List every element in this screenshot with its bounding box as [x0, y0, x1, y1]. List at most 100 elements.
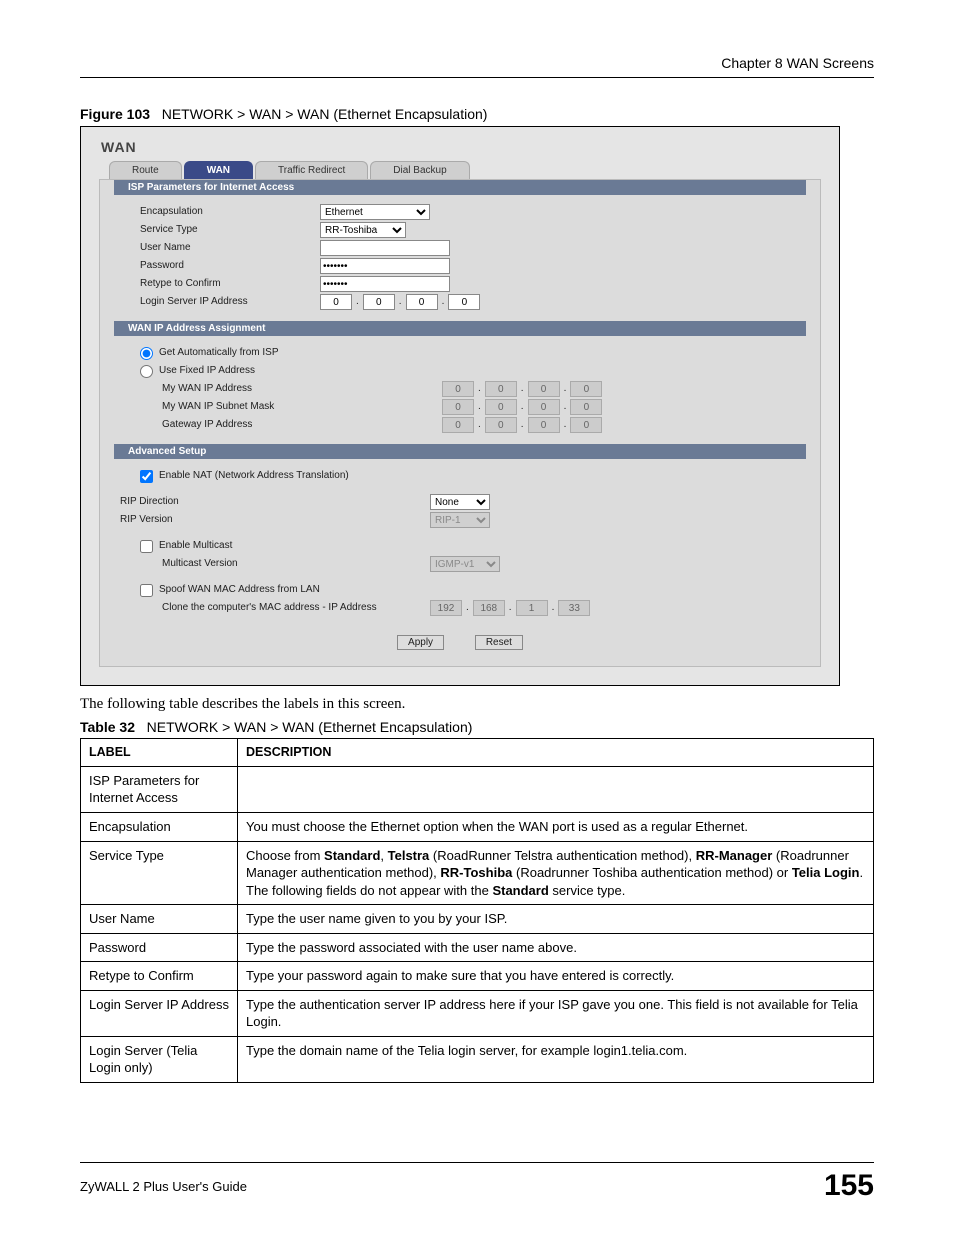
- tab-wan[interactable]: WAN: [184, 161, 253, 179]
- chapter-header: Chapter 8 WAN Screens: [80, 55, 874, 71]
- retype-label: Retype to Confirm: [140, 275, 320, 293]
- service-type-select[interactable]: RR-Toshiba: [320, 222, 406, 238]
- description-table: Label Description ISP Parameters for Int…: [80, 738, 874, 1083]
- figure-label: Figure 103: [80, 106, 150, 122]
- cell-label: Service Type: [81, 841, 238, 905]
- ip-octet: [528, 417, 560, 433]
- cell-label: ISP Parameters for Internet Access: [81, 766, 238, 812]
- table-row: Service TypeChoose from Standard, Telstr…: [81, 841, 874, 905]
- cell-description: [238, 766, 874, 812]
- reset-button[interactable]: Reset: [475, 635, 523, 650]
- table-row: Retype to ConfirmType your password agai…: [81, 962, 874, 991]
- ip-octet: [528, 381, 560, 397]
- gateway-ip: . . .: [442, 416, 602, 434]
- page-footer: ZyWALL 2 Plus User's Guide 155: [80, 1162, 874, 1203]
- ip-octet: [485, 381, 517, 397]
- ip-octet: [430, 600, 462, 616]
- multicast-version-label: Multicast Version: [162, 555, 430, 573]
- clone-mac-label: Clone the computer's MAC address - IP Ad…: [162, 599, 430, 617]
- radio-auto-ip[interactable]: [140, 347, 153, 360]
- encapsulation-label: Encapsulation: [140, 203, 320, 221]
- footer-guide: ZyWALL 2 Plus User's Guide: [80, 1179, 247, 1194]
- gateway-label: Gateway IP Address: [162, 416, 442, 434]
- user-name-input[interactable]: [320, 240, 450, 256]
- screen-title: WAN: [101, 139, 821, 155]
- ip-octet: [570, 417, 602, 433]
- section-advanced: Advanced Setup: [114, 444, 806, 459]
- tab-route[interactable]: Route: [109, 161, 182, 179]
- cell-description: Type the authentication server IP addres…: [238, 990, 874, 1036]
- table-row: User NameType the user name given to you…: [81, 905, 874, 934]
- password-label: Password: [140, 257, 320, 275]
- screenshot: WAN Route WAN Traffic Redirect Dial Back…: [80, 126, 840, 686]
- following-text: The following table describes the labels…: [80, 696, 874, 713]
- multicast-label: Enable Multicast: [159, 537, 232, 555]
- checkbox-spoof-mac[interactable]: [140, 584, 153, 597]
- table-row: EncapsulationYou must choose the Etherne…: [81, 812, 874, 841]
- ip-octet[interactable]: [448, 294, 480, 310]
- ip-octet[interactable]: [363, 294, 395, 310]
- ip-octet: [528, 399, 560, 415]
- ip-octet: [558, 600, 590, 616]
- my-wan-ip: . . .: [442, 380, 602, 398]
- cell-label: Login Server IP Address: [81, 990, 238, 1036]
- cell-label: Encapsulation: [81, 812, 238, 841]
- cell-description: Type the password associated with the us…: [238, 933, 874, 962]
- spoof-mac-label: Spoof WAN MAC Address from LAN: [159, 581, 320, 599]
- clone-mac-ip: . . .: [430, 599, 590, 617]
- rip-version-select: RIP-1: [430, 512, 490, 528]
- ip-octet: [570, 381, 602, 397]
- cell-label: Password: [81, 933, 238, 962]
- table-title: NETWORK > WAN > WAN (Ethernet Encapsulat…: [147, 719, 473, 735]
- apply-button[interactable]: Apply: [397, 635, 444, 650]
- service-type-label: Service Type: [140, 221, 320, 239]
- figure-caption: Figure 103 NETWORK > WAN > WAN (Ethernet…: [80, 106, 874, 122]
- header-label: Label: [81, 739, 238, 767]
- subnet-label: My WAN IP Subnet Mask: [162, 398, 442, 416]
- table-row: ISP Parameters for Internet Access: [81, 766, 874, 812]
- tab-traffic-redirect[interactable]: Traffic Redirect: [255, 161, 368, 179]
- fixed-ip-label: Use Fixed IP Address: [159, 362, 255, 380]
- cell-label: Login Server (Telia Login only): [81, 1036, 238, 1082]
- cell-description: Type the domain name of the Telia login …: [238, 1036, 874, 1082]
- page-number: 155: [824, 1169, 874, 1203]
- figure-title: NETWORK > WAN > WAN (Ethernet Encapsulat…: [162, 106, 488, 122]
- section-isp-parameters: ISP Parameters for Internet Access: [114, 180, 806, 195]
- panel: ISP Parameters for Internet Access Encap…: [99, 179, 821, 667]
- password-input[interactable]: [320, 258, 450, 274]
- nat-label: Enable NAT (Network Address Translation): [159, 467, 349, 485]
- cell-label: User Name: [81, 905, 238, 934]
- my-wan-ip-label: My WAN IP Address: [162, 380, 442, 398]
- user-name-label: User Name: [140, 239, 320, 257]
- multicast-version-select: IGMP-v1: [430, 556, 500, 572]
- encapsulation-select[interactable]: Ethernet: [320, 204, 430, 220]
- login-server-label: Login Server IP Address: [140, 293, 320, 311]
- ip-octet: [442, 417, 474, 433]
- cell-description: Choose from Standard, Telstra (RoadRunne…: [238, 841, 874, 905]
- cell-description: Type your password again to make sure th…: [238, 962, 874, 991]
- rip-version-label: RIP Version: [120, 511, 430, 529]
- ip-octet[interactable]: [406, 294, 438, 310]
- cell-description: You must choose the Ethernet option when…: [238, 812, 874, 841]
- ip-octet: [485, 417, 517, 433]
- login-server-ip: . . .: [320, 293, 480, 311]
- divider: [80, 77, 874, 78]
- tab-dial-backup[interactable]: Dial Backup: [370, 161, 469, 179]
- section-wan-ip: WAN IP Address Assignment: [114, 321, 806, 336]
- ip-octet: [442, 381, 474, 397]
- tab-bar: Route WAN Traffic Redirect Dial Backup: [109, 161, 821, 179]
- table-label: Table 32: [80, 719, 135, 735]
- checkbox-enable-nat[interactable]: [140, 470, 153, 483]
- ip-octet: [442, 399, 474, 415]
- radio-fixed-ip[interactable]: [140, 365, 153, 378]
- rip-direction-select[interactable]: None: [430, 494, 490, 510]
- header-description: Description: [238, 739, 874, 767]
- ip-octet: [473, 600, 505, 616]
- ip-octet: [570, 399, 602, 415]
- cell-description: Type the user name given to you by your …: [238, 905, 874, 934]
- ip-octet[interactable]: [320, 294, 352, 310]
- retype-input[interactable]: [320, 276, 450, 292]
- table-row: Login Server IP AddressType the authenti…: [81, 990, 874, 1036]
- table-row: PasswordType the password associated wit…: [81, 933, 874, 962]
- checkbox-enable-multicast[interactable]: [140, 540, 153, 553]
